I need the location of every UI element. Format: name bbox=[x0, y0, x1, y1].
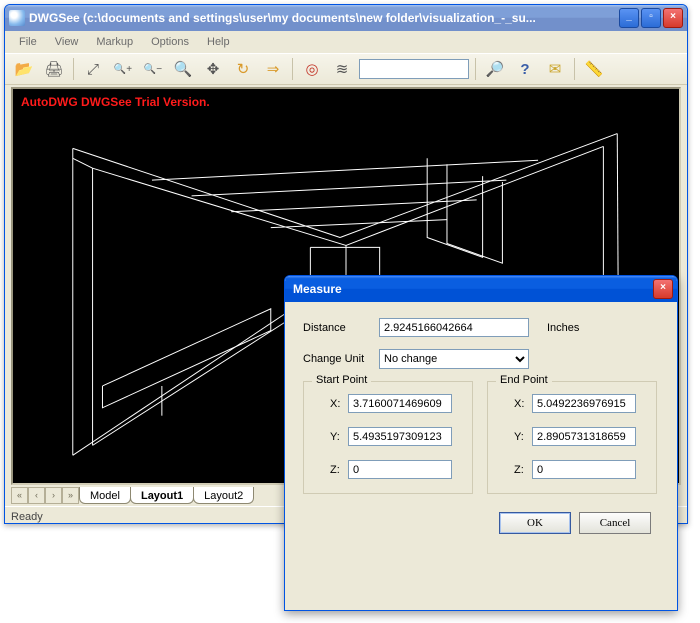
open-icon[interactable]: 📂 bbox=[11, 56, 37, 82]
end-y-input[interactable] bbox=[532, 427, 636, 446]
tab-layout1[interactable]: Layout1 bbox=[130, 487, 194, 504]
menu-file[interactable]: File bbox=[11, 34, 45, 50]
start-point-title: Start Point bbox=[312, 374, 371, 386]
separator bbox=[73, 58, 74, 80]
distance-input[interactable] bbox=[379, 318, 529, 337]
measure-dialog: Measure × Distance Inches Change Unit No… bbox=[284, 275, 678, 611]
rotate-icon[interactable]: ↻ bbox=[230, 56, 256, 82]
redo-icon[interactable]: ⇒ bbox=[260, 56, 286, 82]
help-icon[interactable]: ? bbox=[512, 56, 538, 82]
menu-options[interactable]: Options bbox=[143, 34, 197, 50]
tab-model[interactable]: Model bbox=[79, 487, 131, 504]
dialog-close-button[interactable]: × bbox=[653, 279, 673, 299]
pan-icon[interactable]: ✥ bbox=[200, 56, 226, 82]
toolbar: 📂 🖨 ⤢ 🔍+ 🔍− 🔍 ✥ ↻ ⇒ ◎ ≋ 🔎 ? ✉ 📏 bbox=[5, 53, 687, 85]
layer-input[interactable] bbox=[359, 59, 469, 79]
zoom-out-icon[interactable]: 🔍− bbox=[140, 56, 166, 82]
zoom-fit-icon[interactable]: ⤢ bbox=[80, 56, 106, 82]
change-unit-label: Change Unit bbox=[303, 353, 379, 365]
dialog-title: Measure bbox=[289, 282, 649, 296]
find-folder-icon[interactable]: 🔎 bbox=[482, 56, 508, 82]
dialog-titlebar[interactable]: Measure × bbox=[285, 276, 677, 302]
tab-last-button[interactable]: » bbox=[62, 487, 79, 504]
status-text: Ready bbox=[11, 511, 43, 523]
end-z-label: Z: bbox=[498, 464, 532, 476]
menubar: File View Markup Options Help bbox=[5, 31, 687, 53]
change-unit-select[interactable]: No change bbox=[379, 349, 529, 369]
tab-prev-button[interactable]: ‹ bbox=[28, 487, 45, 504]
menu-markup[interactable]: Markup bbox=[88, 34, 141, 50]
minimize-button[interactable]: _ bbox=[619, 8, 639, 28]
menu-view[interactable]: View bbox=[47, 34, 87, 50]
main-titlebar[interactable]: DWGSee (c:\documents and settings\user\m… bbox=[5, 5, 687, 31]
scale-icon[interactable]: 📏 bbox=[581, 56, 607, 82]
target-icon[interactable]: ◎ bbox=[299, 56, 325, 82]
start-x-input[interactable] bbox=[348, 394, 452, 413]
tab-layout2[interactable]: Layout2 bbox=[193, 487, 254, 504]
end-point-group: End Point X: Y: Z: bbox=[487, 381, 657, 494]
end-z-input[interactable] bbox=[532, 460, 636, 479]
start-point-group: Start Point X: Y: Z: bbox=[303, 381, 473, 494]
distance-unit: Inches bbox=[547, 322, 579, 334]
distance-label: Distance bbox=[303, 322, 379, 334]
end-x-input[interactable] bbox=[532, 394, 636, 413]
ok-button[interactable]: OK bbox=[499, 512, 571, 534]
layers-icon[interactable]: ≋ bbox=[329, 56, 355, 82]
close-button[interactable]: × bbox=[663, 8, 683, 28]
start-x-label: X: bbox=[314, 398, 348, 410]
start-z-input[interactable] bbox=[348, 460, 452, 479]
app-icon bbox=[9, 10, 25, 26]
window-title: DWGSee (c:\documents and settings\user\m… bbox=[29, 11, 615, 25]
cancel-button[interactable]: Cancel bbox=[579, 512, 651, 534]
start-y-input[interactable] bbox=[348, 427, 452, 446]
start-y-label: Y: bbox=[314, 431, 348, 443]
separator bbox=[475, 58, 476, 80]
separator bbox=[574, 58, 575, 80]
zoom-icon[interactable]: 🔍 bbox=[170, 56, 196, 82]
menu-help[interactable]: Help bbox=[199, 34, 238, 50]
maximize-button[interactable]: ▫ bbox=[641, 8, 661, 28]
tab-first-button[interactable]: « bbox=[11, 487, 28, 504]
tab-next-button[interactable]: › bbox=[45, 487, 62, 504]
end-x-label: X: bbox=[498, 398, 532, 410]
print-icon[interactable]: 🖨 bbox=[41, 56, 67, 82]
separator bbox=[292, 58, 293, 80]
zoom-in-icon[interactable]: 🔍+ bbox=[110, 56, 136, 82]
mail-icon[interactable]: ✉ bbox=[542, 56, 568, 82]
end-y-label: Y: bbox=[498, 431, 532, 443]
start-z-label: Z: bbox=[314, 464, 348, 476]
end-point-title: End Point bbox=[496, 374, 552, 386]
